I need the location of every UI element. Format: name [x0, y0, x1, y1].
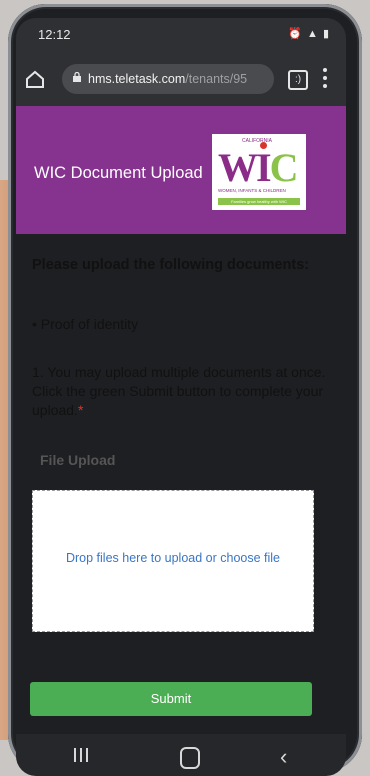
status-icons: ⏰ ▲ ▮ — [288, 27, 330, 40]
recents-icon[interactable] — [74, 748, 92, 764]
file-dropzone[interactable]: Drop files here to upload or choose file — [32, 490, 314, 632]
note-text: 1. You may upload multiple documents at … — [32, 364, 326, 418]
signal-icon: ▲ — [306, 28, 319, 40]
status-time: 12:12 — [38, 27, 71, 42]
url-text: hms.teletask.com/tenants/95 — [88, 72, 272, 86]
menu-icon[interactable] — [323, 68, 327, 88]
logo-tagline: Families grow healthy with WIC — [218, 198, 300, 205]
url-domain: hms.teletask.com — [88, 72, 186, 86]
file-upload-label: File Upload — [40, 452, 116, 468]
alarm-icon: ⏰ — [288, 28, 303, 40]
document-bullet: • Proof of identity — [32, 316, 139, 332]
home-icon[interactable] — [24, 68, 46, 90]
address-bar[interactable]: hms.teletask.com/tenants/95 — [62, 64, 274, 94]
tab-switcher-button[interactable]: :) — [288, 70, 308, 90]
instructions-card: Please upload the following documents: •… — [32, 250, 332, 430]
page-header: WIC Document Upload CALIFORNIA WIC WOMEN… — [16, 106, 346, 234]
lock-icon — [73, 72, 81, 82]
browser-toolbar: hms.teletask.com/tenants/95 :) — [16, 54, 346, 143]
home-button-icon[interactable] — [180, 747, 200, 769]
page-title: WIC Document Upload — [34, 164, 203, 182]
back-icon[interactable]: ‹ — [280, 744, 287, 770]
logo-subtitle: WOMEN, INFANTS & CHILDREN — [218, 188, 286, 193]
dropzone-text[interactable]: Drop files here to upload or choose file — [33, 551, 313, 565]
instructions-note: 1. You may upload multiple documents at … — [32, 363, 332, 420]
screen: 12:12 ⏰ ▲ ▮ hms.teletask.com/tenants/95 … — [16, 18, 346, 776]
url-path: /tenants/95 — [185, 72, 248, 86]
logo-wordmark: WIC — [218, 145, 298, 190]
submit-button[interactable]: Submit — [30, 682, 312, 716]
android-nav-bar: ‹ — [16, 734, 346, 776]
status-bar: 12:12 ⏰ ▲ ▮ — [16, 18, 346, 54]
required-marker: * — [77, 402, 84, 418]
wic-logo: CALIFORNIA WIC WOMEN, INFANTS & CHILDREN… — [212, 134, 306, 210]
battery-icon: ▮ — [322, 28, 330, 40]
instructions-heading: Please upload the following documents: — [32, 257, 310, 273]
